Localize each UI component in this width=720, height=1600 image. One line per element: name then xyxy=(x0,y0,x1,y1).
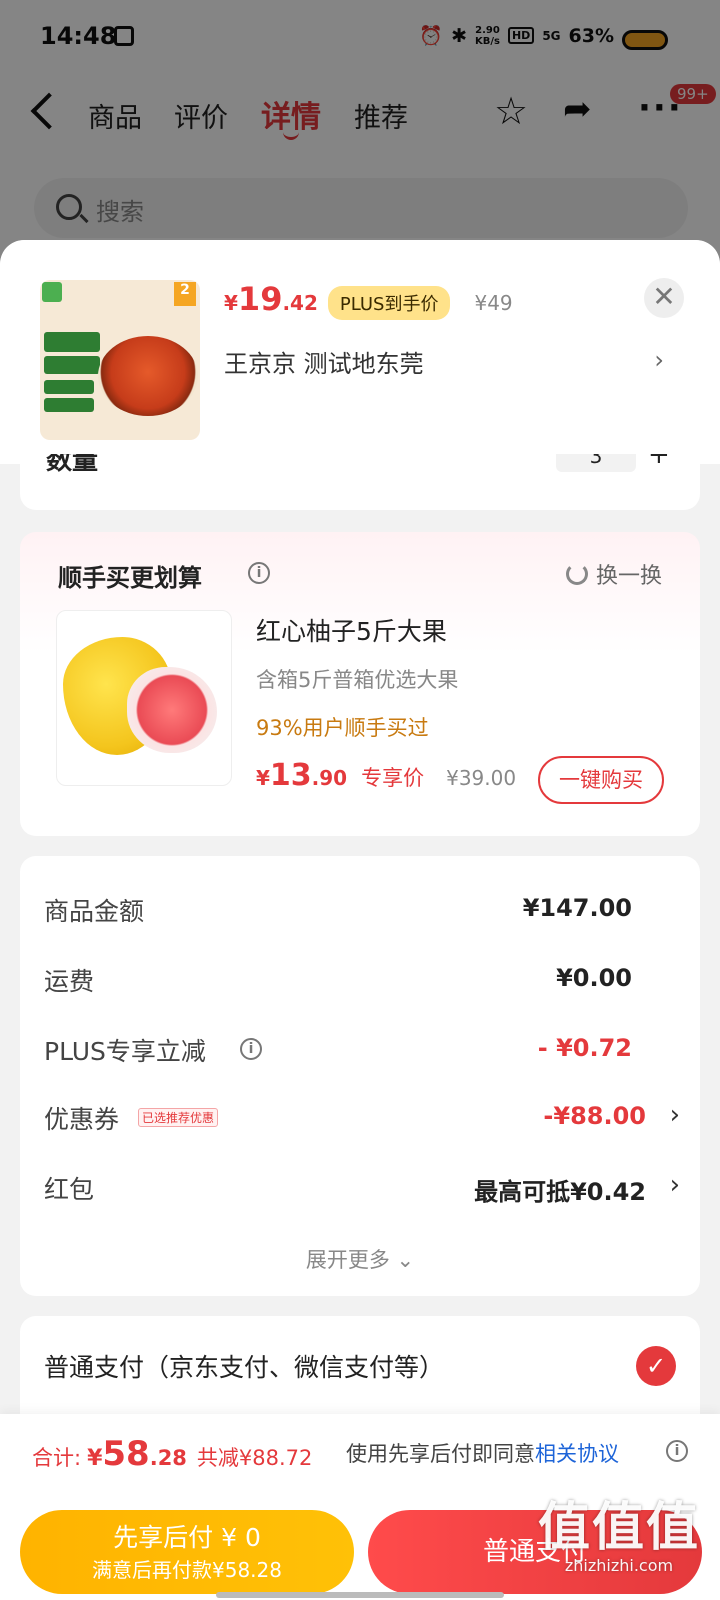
home-indicator xyxy=(216,1592,504,1598)
amount-label: 运费 xyxy=(44,967,95,996)
upsell-card: 顺手买更划算 i 换一换 红心柚子5斤大果 含箱5斤普箱优选大果 93%用户顺手… xyxy=(20,532,700,836)
product-thumbnail: 2 xyxy=(40,280,200,440)
swap-button[interactable]: 换一换 xyxy=(565,558,662,590)
agreement-link[interactable]: 相关协议 xyxy=(535,1442,619,1466)
thumbnail-banner xyxy=(44,356,100,374)
brand-logo-icon xyxy=(42,282,62,302)
product-price-row: ¥19.42 PLUS到手价 ¥49 xyxy=(224,280,513,320)
plus-price-tag: PLUS到手价 xyxy=(327,286,451,320)
info-icon[interactable]: i xyxy=(666,1440,688,1462)
expand-more-label: 展开更多 xyxy=(305,1248,390,1272)
amount-row-red-packet[interactable]: 红包 最高可抵¥0.42 › xyxy=(44,1170,680,1210)
amount-value: - ¥0.72 xyxy=(537,1034,632,1062)
expand-more-button[interactable]: 展开更多 ⌄ xyxy=(20,1244,700,1274)
price-decimal: .42 xyxy=(282,291,318,315)
thumbnail-banner xyxy=(44,332,100,352)
original-price: ¥49 xyxy=(474,291,513,315)
pomelo-flesh-image xyxy=(127,667,217,753)
thumbnail-badge: 2 xyxy=(174,282,196,306)
total-label: 合计: xyxy=(32,1446,82,1470)
watermark: 值值值 zhizhizhi.com xyxy=(538,1500,700,1575)
agreement-prefix: 使用先享后付即同意 xyxy=(346,1442,535,1466)
exclusive-price-tag: 专享价 xyxy=(361,766,425,790)
amount-value: ¥147.00 xyxy=(522,894,632,922)
thumbnail-banner xyxy=(44,398,94,412)
watermark-url: zhizhizhi.com xyxy=(564,1556,674,1575)
chevron-right-icon[interactable]: › xyxy=(670,1100,680,1130)
product-header: 2 ¥19.42 PLUS到手价 ¥49 ✕ 王京京 测试地东莞 › xyxy=(0,240,720,464)
swap-label: 换一换 xyxy=(595,564,662,589)
close-button[interactable]: ✕ xyxy=(644,278,684,318)
quantity-label: 数量 xyxy=(46,454,99,476)
amount-row-goods: 商品金额 ¥147.00 xyxy=(44,892,680,932)
upsell-product-image[interactable] xyxy=(56,610,232,786)
buy-now-pay-later-button[interactable]: 先享后付 ¥ 0 满意后再付款¥58.28 xyxy=(20,1510,354,1594)
quantity-card: 数量 3 + xyxy=(20,454,700,510)
upsell-product-stat: 93%用户顺手买过 xyxy=(256,716,429,740)
coupon-tag: 已选推荐优惠 xyxy=(138,1108,219,1127)
quantity-plus-button[interactable]: + xyxy=(648,454,670,470)
checkout-sheet: 2 ¥19.42 PLUS到手价 ¥49 ✕ 王京京 测试地东莞 › 数量 3 … xyxy=(0,240,720,1600)
product-price: ¥19.42 xyxy=(224,280,318,318)
upsell-original-price: ¥39.00 xyxy=(446,766,517,790)
amount-value: ¥0.00 xyxy=(556,964,632,992)
price-currency: ¥ xyxy=(224,291,238,315)
payment-method-label: 普通支付（京东支付、微信支付等） xyxy=(44,1353,445,1382)
price-integer: 13 xyxy=(269,758,312,793)
checkmark-icon[interactable]: ✓ xyxy=(636,1346,676,1386)
chevron-right-icon[interactable]: › xyxy=(670,1170,680,1200)
one-click-buy-button[interactable]: 一键购买 xyxy=(538,756,664,804)
upsell-product-desc: 含箱5斤普箱优选大果 xyxy=(256,668,459,692)
amount-row-coupon[interactable]: 优惠券 已选推荐优惠 -¥88.00 › xyxy=(44,1100,680,1140)
amount-label: PLUS专享立减 xyxy=(44,1037,206,1066)
agreement-text: 使用先享后付即同意相关协议 xyxy=(346,1438,619,1468)
quantity-stepper[interactable]: 3 xyxy=(556,454,636,472)
refresh-icon xyxy=(565,563,588,585)
chevron-down-icon: ⌄ xyxy=(396,1248,415,1272)
price-integer: 19 xyxy=(237,280,283,318)
total-row: 合计: ¥ 58 .28 共减¥88.72 xyxy=(32,1434,312,1474)
upsell-price-row: ¥13.90 专享价 ¥39.00 xyxy=(256,758,516,793)
amount-label: 优惠券 xyxy=(44,1105,120,1134)
bnpl-sub-label: 满意后再付款¥58.28 xyxy=(92,1558,282,1582)
amount-value: -¥88.00 xyxy=(543,1102,646,1130)
total-currency: ¥ xyxy=(87,1446,103,1471)
delivery-address[interactable]: 王京京 测试地东莞 xyxy=(224,344,424,379)
amount-card: 商品金额 ¥147.00 运费 ¥0.00 PLUS专享立减 i - ¥0.72… xyxy=(20,856,700,1296)
upsell-product-name[interactable]: 红心柚子5斤大果 xyxy=(256,612,447,648)
pasta-image xyxy=(98,336,198,416)
thumbnail-banner xyxy=(44,380,94,394)
total-decimal: .28 xyxy=(149,1446,187,1470)
amount-label: 商品金额 xyxy=(44,897,145,926)
amount-row-shipping: 运费 ¥0.00 xyxy=(44,962,680,1002)
info-icon[interactable]: i xyxy=(248,562,270,584)
amount-label: 红包 xyxy=(44,1175,95,1204)
price-decimal: .90 xyxy=(311,766,348,790)
info-icon[interactable]: i xyxy=(240,1038,262,1060)
amount-value: 最高可抵¥0.42 xyxy=(474,1178,646,1206)
total-integer: 58 xyxy=(102,1434,150,1474)
amount-row-plus-discount: PLUS专享立减 i - ¥0.72 xyxy=(44,1032,680,1072)
bnpl-main-label: 先享后付 ¥ 0 xyxy=(113,1523,261,1552)
total-saved: 共减¥88.72 xyxy=(196,1446,313,1470)
watermark-logo: 值值值 xyxy=(537,1498,700,1558)
upsell-price: ¥13.90 xyxy=(256,758,347,793)
price-currency: ¥ xyxy=(256,766,270,790)
upsell-title: 顺手买更划算 xyxy=(58,564,202,592)
chevron-right-icon[interactable]: › xyxy=(654,346,664,374)
